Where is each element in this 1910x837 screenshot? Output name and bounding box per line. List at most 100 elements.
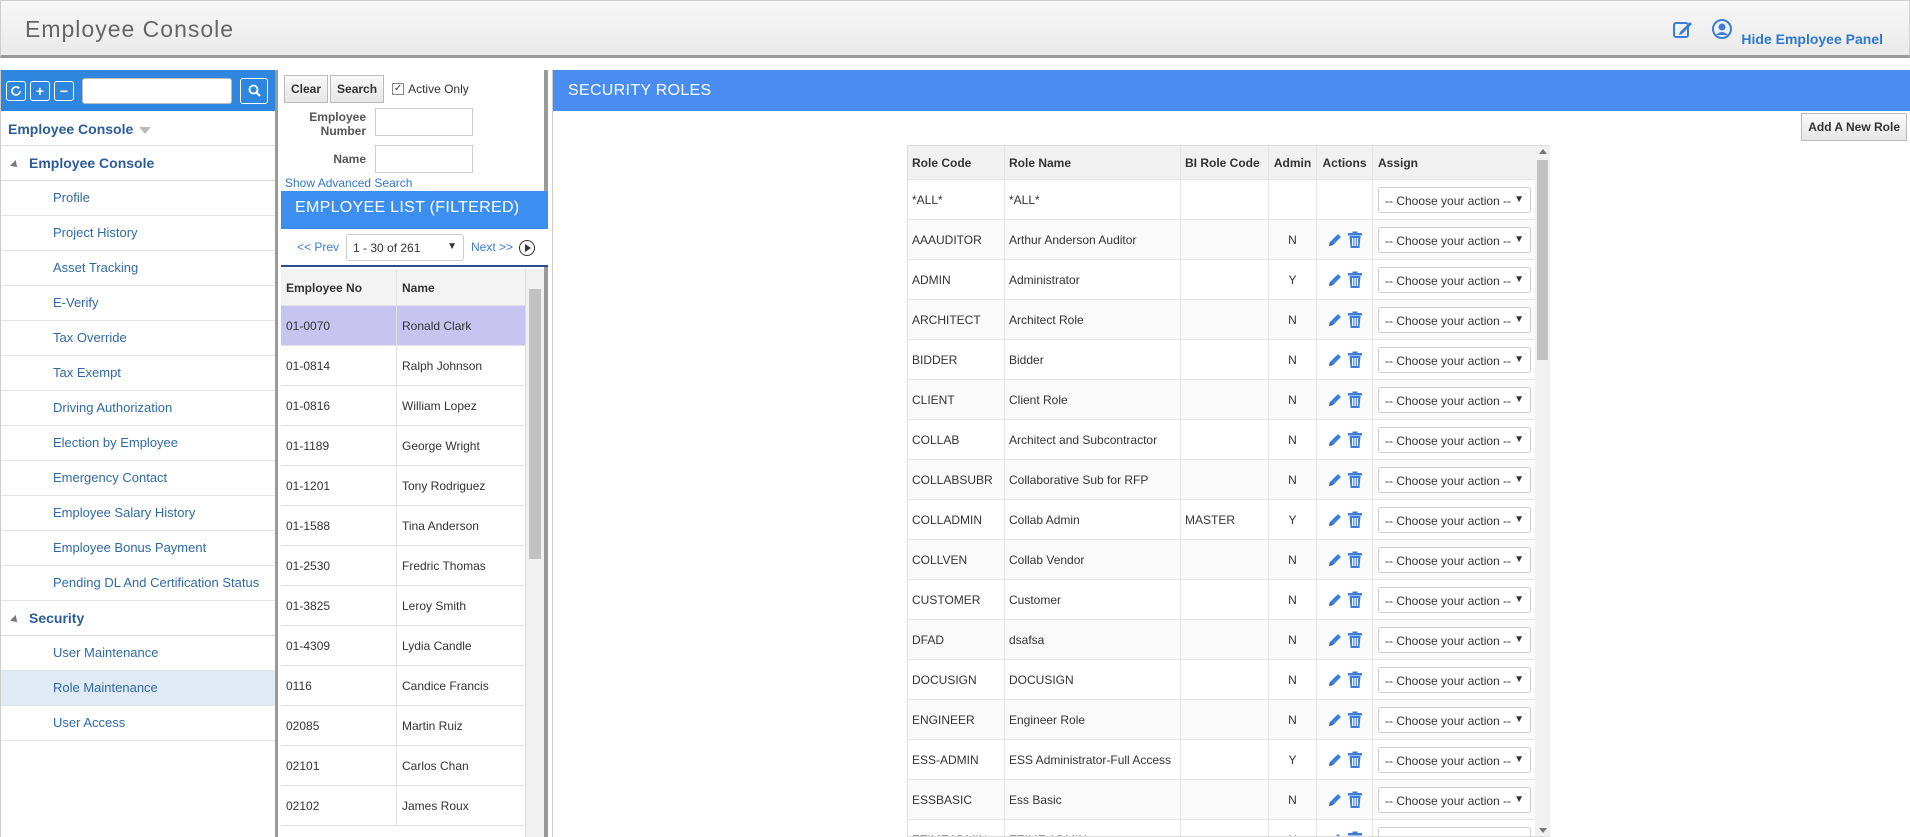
assign-action-select[interactable]: -- Choose your action --▼: [1378, 186, 1531, 213]
group-employee-console[interactable]: Employee Console: [1, 146, 275, 181]
scroll-down-icon[interactable]: [1539, 828, 1547, 833]
show-advanced-search-link[interactable]: Show Advanced Search: [285, 176, 412, 190]
go-circle-icon[interactable]: [519, 240, 535, 256]
page-range-select[interactable]: 1 - 30 of 261 ▼: [346, 234, 464, 261]
assign-action-select[interactable]: -- Choose your action --▼: [1378, 426, 1531, 453]
hide-employee-panel-link[interactable]: Hide Employee Panel: [1741, 31, 1883, 47]
trash-icon[interactable]: [1347, 511, 1363, 529]
column-header-role-code[interactable]: Role Code: [908, 146, 1005, 179]
sidebar-item-profile[interactable]: Profile: [1, 181, 275, 216]
sidebar-item-project-history[interactable]: Project History: [1, 216, 275, 251]
assign-action-select[interactable]: -- Choose your action --▼: [1378, 346, 1531, 373]
table-row[interactable]: COLLAB Architect and Subcontractor N -- Cho…: [908, 420, 1549, 460]
sidebar-item-e-verify[interactable]: E-Verify: [1, 286, 275, 321]
collapse-all-icon[interactable]: −: [54, 80, 74, 101]
assign-action-select[interactable]: -- Choose your action --▼: [1378, 546, 1531, 573]
trash-icon[interactable]: [1347, 631, 1363, 649]
sidebar-search-input[interactable]: [82, 77, 232, 104]
pencil-icon[interactable]: [1326, 431, 1344, 449]
sidebar-item-role-maintenance[interactable]: Role Maintenance: [1, 671, 275, 706]
sidebar-item-tax-exempt[interactable]: Tax Exempt: [1, 356, 275, 391]
assign-action-select[interactable]: -- Choose your action --▼: [1378, 786, 1531, 813]
table-row[interactable]: COLLVEN Collab Vendor N -- Choose your acti…: [908, 540, 1549, 580]
column-header-bi-role-code[interactable]: BI Role Code: [1181, 146, 1269, 179]
sidebar-item-user-maintenance[interactable]: User Maintenance: [1, 636, 275, 671]
next-page-link[interactable]: Next >>: [471, 240, 513, 254]
trash-icon[interactable]: [1347, 591, 1363, 609]
table-row[interactable]: ARCHITECT Architect Role N -- Choose your a…: [908, 300, 1549, 340]
table-row[interactable]: 01-0816 William Lopez: [281, 386, 529, 426]
assign-action-select[interactable]: -- Choose your action --▼: [1378, 586, 1531, 613]
column-header-name[interactable]: Name: [397, 269, 529, 305]
trash-icon[interactable]: [1347, 791, 1363, 809]
assign-action-select[interactable]: -- Choose your action --▼: [1378, 506, 1531, 533]
search-button[interactable]: Search: [330, 75, 385, 103]
sidebar-item-pending-dl-certification[interactable]: Pending DL And Certification Status: [1, 566, 275, 601]
pencil-icon[interactable]: [1326, 471, 1344, 489]
trash-icon[interactable]: [1347, 391, 1363, 409]
table-row[interactable]: ESS-ADMIN ESS Administrator-Full Access Y -…: [908, 740, 1549, 780]
assign-action-select[interactable]: -- Choose your action --▼: [1378, 746, 1531, 773]
scrollbar-thumb[interactable]: [529, 289, 541, 559]
assign-action-select[interactable]: -- Choose your action --▼: [1378, 386, 1531, 413]
table-row[interactable]: 02101 Carlos Chan: [281, 746, 529, 786]
pencil-icon[interactable]: [1326, 671, 1344, 689]
pencil-icon[interactable]: [1326, 351, 1344, 369]
table-row[interactable]: CLIENT Client Role N -- Choose your action …: [908, 380, 1549, 420]
table-row[interactable]: BIDDER Bidder N -- Choose your action -- ▼: [908, 340, 1549, 380]
sidebar-item-employee-salary-history[interactable]: Employee Salary History: [1, 496, 275, 531]
column-header-role-name[interactable]: Role Name: [1005, 146, 1181, 179]
assign-action-select[interactable]: -- Choose your action --▼: [1378, 306, 1531, 333]
roles-table-scrollbar[interactable]: [1535, 146, 1550, 836]
table-row[interactable]: ADMIN Administrator Y -- Choose your action…: [908, 260, 1549, 300]
table-row[interactable]: COLLADMIN Collab Admin MASTER Y -- Choose yo…: [908, 500, 1549, 540]
name-input[interactable]: [375, 145, 473, 173]
table-row[interactable]: 01-3825 Leroy Smith: [281, 586, 529, 626]
table-row[interactable]: CUSTOMER Customer N -- Choose your action -…: [908, 580, 1549, 620]
table-row[interactable]: 01-1588 Tina Anderson: [281, 506, 529, 546]
column-header-employee-no[interactable]: Employee No: [281, 269, 397, 305]
group-security[interactable]: Security: [1, 601, 275, 636]
sidebar-item-emergency-contact[interactable]: Emergency Contact: [1, 461, 275, 496]
table-row[interactable]: 02102 James Roux: [281, 786, 529, 826]
pencil-icon[interactable]: [1326, 631, 1344, 649]
sidebar-item-user-access[interactable]: User Access: [1, 706, 275, 741]
sidebar-item-election-by-employee[interactable]: Election by Employee: [1, 426, 275, 461]
table-row[interactable]: 0116 Candice Francis: [281, 666, 529, 706]
trash-icon[interactable]: [1347, 271, 1363, 289]
table-row[interactable]: ESSBASIC Ess Basic N -- Choose your action …: [908, 780, 1549, 820]
clear-button[interactable]: Clear: [284, 75, 329, 103]
pencil-icon[interactable]: [1326, 271, 1344, 289]
table-row[interactable]: 01-1189 George Wright: [281, 426, 529, 466]
table-row[interactable]: 01-4309 Lydia Candle: [281, 626, 529, 666]
pencil-icon[interactable]: [1326, 711, 1344, 729]
scrollbar-thumb[interactable]: [1537, 160, 1548, 360]
scroll-up-icon[interactable]: [1539, 149, 1547, 154]
table-row[interactable]: ENGINEER Engineer Role N -- Choose your act…: [908, 700, 1549, 740]
sidebar-item-tax-override[interactable]: Tax Override: [1, 321, 275, 356]
trash-icon[interactable]: [1347, 431, 1363, 449]
pencil-icon[interactable]: [1326, 511, 1344, 529]
sidebar-item-employee-bonus-payment[interactable]: Employee Bonus Payment: [1, 531, 275, 566]
table-row[interactable]: AAAUDITOR Arthur Anderson Auditor N -- Choo…: [908, 220, 1549, 260]
trash-icon[interactable]: [1347, 751, 1363, 769]
trash-icon[interactable]: [1347, 351, 1363, 369]
trash-icon[interactable]: [1347, 231, 1363, 249]
trash-icon[interactable]: [1347, 831, 1363, 837]
employee-list-scrollbar[interactable]: [525, 269, 544, 837]
prev-page-link[interactable]: << Prev: [297, 240, 339, 254]
table-row[interactable]: 01-2530 Fredric Thomas: [281, 546, 529, 586]
trash-icon[interactable]: [1347, 311, 1363, 329]
trash-icon[interactable]: [1347, 671, 1363, 689]
sidebar-item-asset-tracking[interactable]: Asset Tracking: [1, 251, 275, 286]
table-row[interactable]: 02085 Martin Ruiz: [281, 706, 529, 746]
console-dropdown[interactable]: Employee Console: [1, 111, 275, 146]
table-row[interactable]: DOCUSIGN DOCUSIGN N -- Choose your action -…: [908, 660, 1549, 700]
edit-note-icon[interactable]: [1672, 18, 1694, 40]
assign-action-select[interactable]: -- Choose your action --▼: [1378, 626, 1531, 653]
pencil-icon[interactable]: [1326, 751, 1344, 769]
table-row[interactable]: *ALL* *ALL* -- Choose your action -- ▼: [908, 180, 1549, 220]
pencil-icon[interactable]: [1326, 311, 1344, 329]
trash-icon[interactable]: [1347, 551, 1363, 569]
user-circle-icon[interactable]: [1711, 18, 1733, 40]
